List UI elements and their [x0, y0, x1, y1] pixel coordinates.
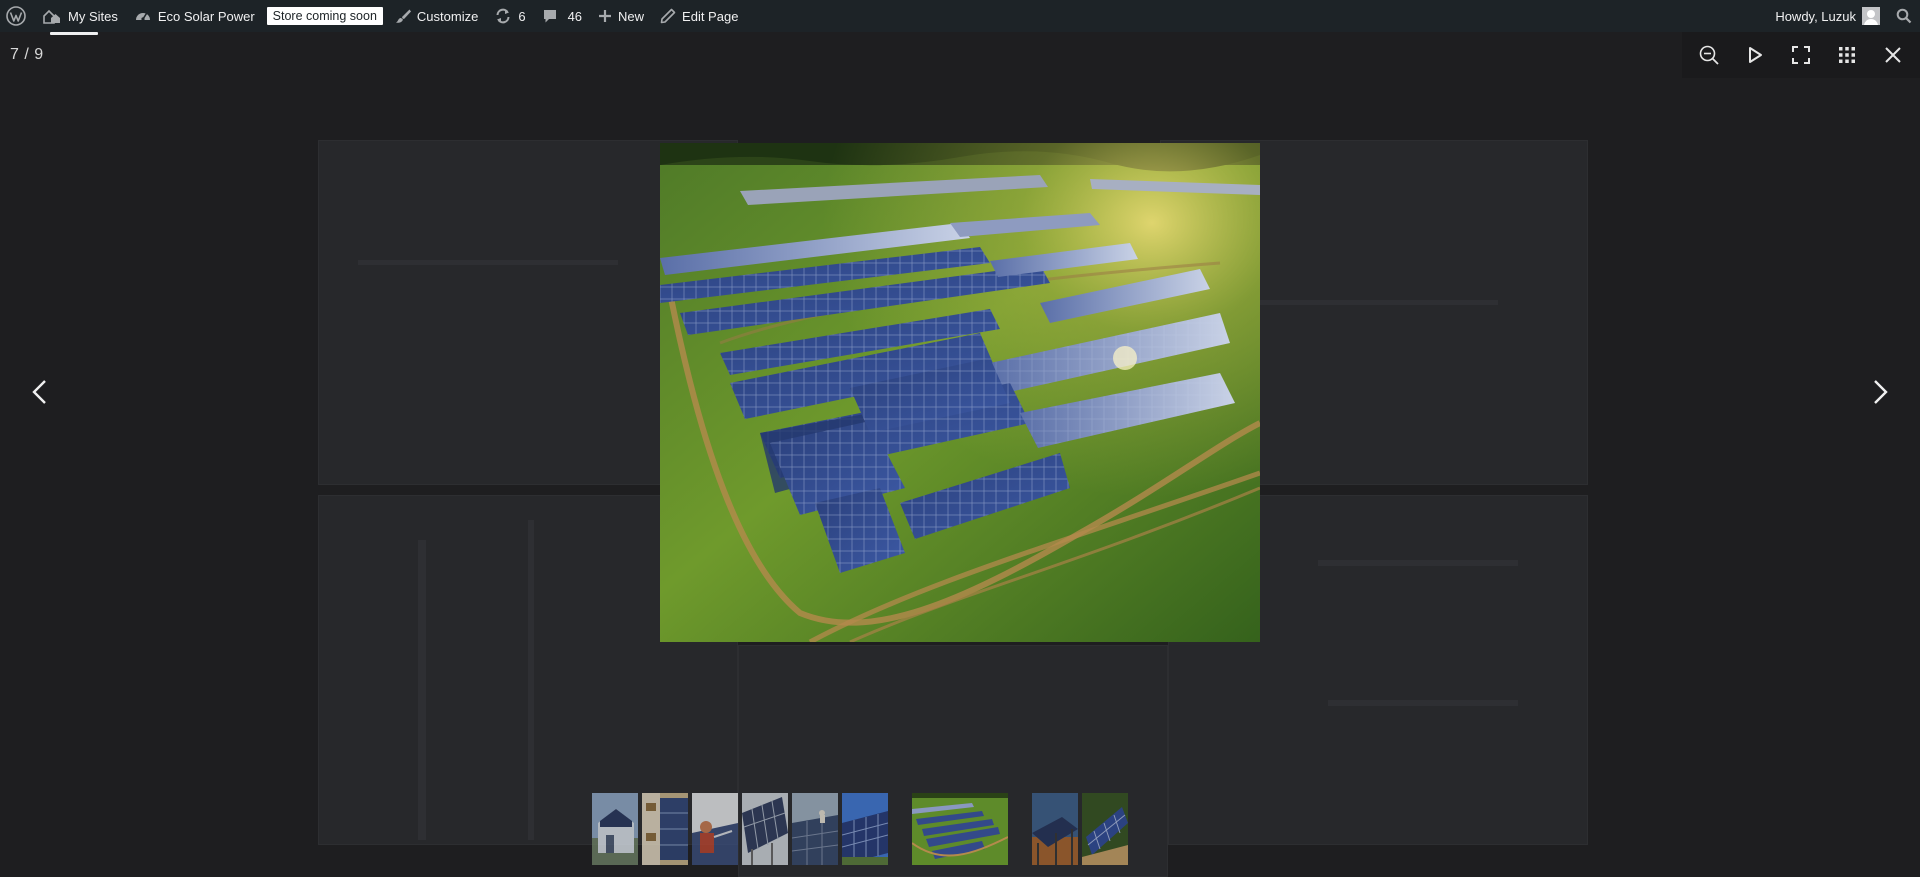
admin-bar: My Sites Eco Solar Power Store coming so…	[0, 0, 1920, 32]
chevron-left-icon	[32, 380, 46, 404]
zoom-out-button[interactable]	[1686, 32, 1732, 78]
thumbnail-8[interactable]	[1032, 793, 1078, 865]
store-coming-soon-badge[interactable]: Store coming soon	[266, 7, 383, 25]
fullscreen-icon	[1792, 46, 1810, 64]
close-button[interactable]	[1870, 32, 1916, 78]
updates-count: 6	[518, 8, 526, 24]
updates-refresh-icon	[496, 8, 510, 24]
wordpress-logo-icon	[6, 6, 26, 26]
thumbnail-6[interactable]	[842, 793, 888, 865]
thumbnail-image	[792, 793, 838, 865]
thumbnail-image	[742, 793, 788, 865]
thumbnail-4[interactable]	[742, 793, 788, 865]
fullscreen-button[interactable]	[1778, 32, 1824, 78]
paintbrush-icon	[395, 9, 411, 23]
background-line	[1318, 560, 1518, 566]
slideshow-play-icon	[1749, 47, 1762, 63]
new-label: New	[618, 8, 645, 24]
background-line	[528, 520, 534, 840]
thumbnail-image	[842, 793, 888, 865]
my-account-menu[interactable]: Howdy, Luzuk	[1767, 0, 1888, 32]
howdy-label: Howdy, Luzuk	[1775, 8, 1856, 24]
thumbnail-3[interactable]	[692, 793, 738, 865]
thumbnail-5[interactable]	[792, 793, 838, 865]
thumbnails-grid-button[interactable]	[1824, 32, 1870, 78]
thumbnail-image	[1082, 793, 1128, 865]
thumbnail-1[interactable]	[592, 793, 638, 865]
solar-farm-photo	[660, 143, 1260, 642]
thumbnail-7-active[interactable]	[912, 793, 1008, 865]
thumbnail-strip	[0, 793, 1920, 865]
thumbnail-2[interactable]	[642, 793, 688, 865]
new-content-menu[interactable]: New	[590, 0, 652, 32]
background-line	[1328, 700, 1518, 706]
dashboard-gauge-icon	[135, 13, 150, 21]
my-sites-icon	[43, 9, 60, 24]
site-name-label: Eco Solar Power	[157, 8, 255, 24]
admin-bar-secondary: Howdy, Luzuk	[1767, 0, 1920, 32]
comment-bubble-icon	[543, 10, 556, 23]
my-sites-label: My Sites	[68, 8, 118, 24]
slide-counter: 7 / 9	[10, 46, 44, 63]
next-slide-button[interactable]	[1860, 372, 1900, 412]
comments-link[interactable]: 46	[534, 0, 590, 32]
edit-page-label: Edit Page	[682, 8, 739, 24]
thumbnails-grid-icon	[1839, 47, 1855, 63]
plus-icon	[599, 10, 612, 22]
updates-link[interactable]: 6	[486, 0, 533, 32]
background-line	[1238, 300, 1498, 305]
thumbnail-image	[912, 793, 1008, 865]
thumbnail-image	[692, 793, 738, 865]
previous-slide-button[interactable]	[20, 372, 60, 412]
comments-count: 46	[567, 8, 583, 24]
avatar	[1862, 7, 1880, 25]
lightbox-toolbar	[1682, 32, 1920, 78]
wordpress-logo-button[interactable]	[0, 0, 34, 32]
zoom-out-icon	[1699, 45, 1719, 65]
slideshow-play-button[interactable]	[1732, 32, 1778, 78]
thumbnail-image	[592, 793, 638, 865]
edit-page-link[interactable]: Edit Page	[652, 0, 746, 32]
thumbnail-9[interactable]	[1082, 793, 1128, 865]
pencil-icon	[660, 8, 676, 24]
customize-label: Customize	[416, 8, 479, 24]
chevron-right-icon	[1874, 380, 1888, 404]
current-slide-image[interactable]	[660, 143, 1260, 642]
my-sites-underline	[50, 32, 98, 35]
background-line	[358, 260, 618, 265]
thumbnail-image	[1032, 793, 1078, 865]
admin-search-button[interactable]	[1888, 0, 1920, 32]
close-icon	[1885, 47, 1901, 63]
site-name-menu[interactable]: Eco Solar Power	[126, 0, 263, 32]
customize-link[interactable]: Customize	[387, 0, 486, 32]
thumbnail-image	[642, 793, 688, 865]
search-icon	[1896, 8, 1912, 24]
my-sites-menu[interactable]: My Sites	[34, 0, 126, 32]
